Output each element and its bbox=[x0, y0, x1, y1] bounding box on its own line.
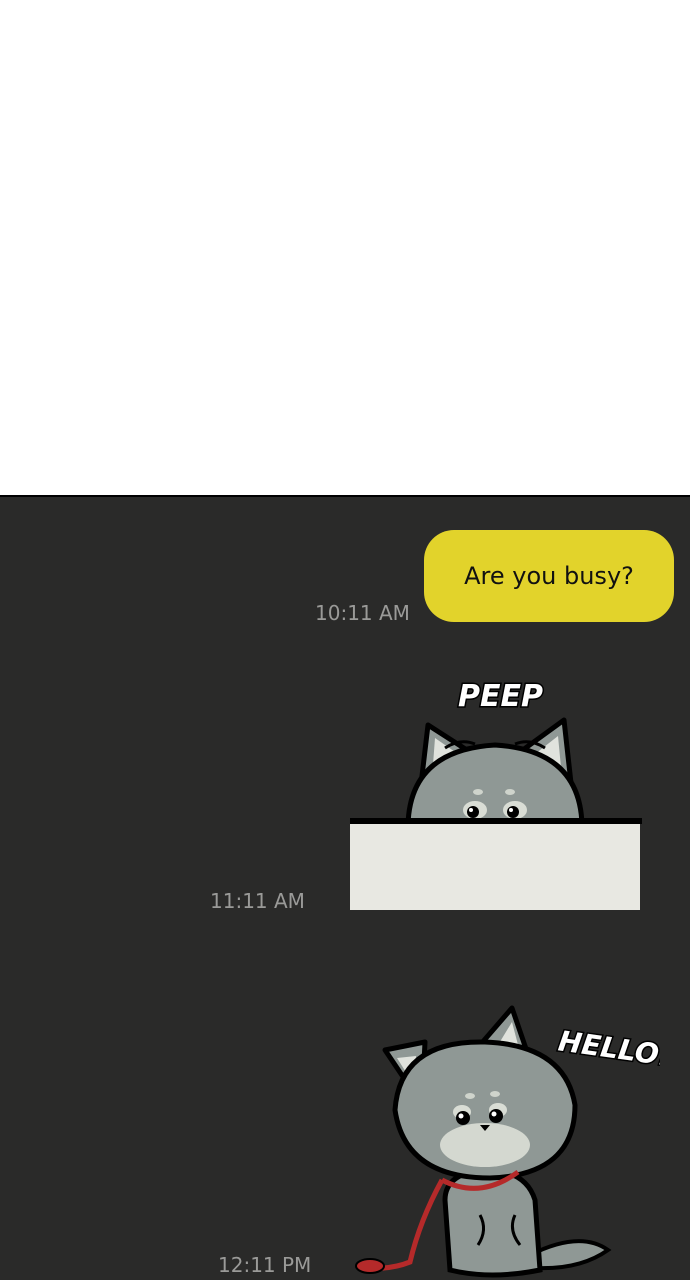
sfx-text: HELLO! bbox=[556, 1024, 660, 1073]
message-text: Are you busy? bbox=[464, 562, 634, 590]
message-timestamp: 11:11 AM bbox=[210, 889, 305, 913]
waving-wolf-sticker[interactable]: HELLO! bbox=[350, 1000, 660, 1280]
peeking-wolf-sticker[interactable]: PEEP bbox=[340, 670, 650, 920]
message-timestamp: 10:11 AM bbox=[315, 601, 410, 625]
message-bubble[interactable]: Are you busy? bbox=[424, 530, 674, 622]
message-timestamp: 12:11 PM bbox=[218, 1253, 312, 1277]
sfx-text: PEEP bbox=[458, 679, 543, 714]
blank-panel bbox=[0, 0, 690, 495]
